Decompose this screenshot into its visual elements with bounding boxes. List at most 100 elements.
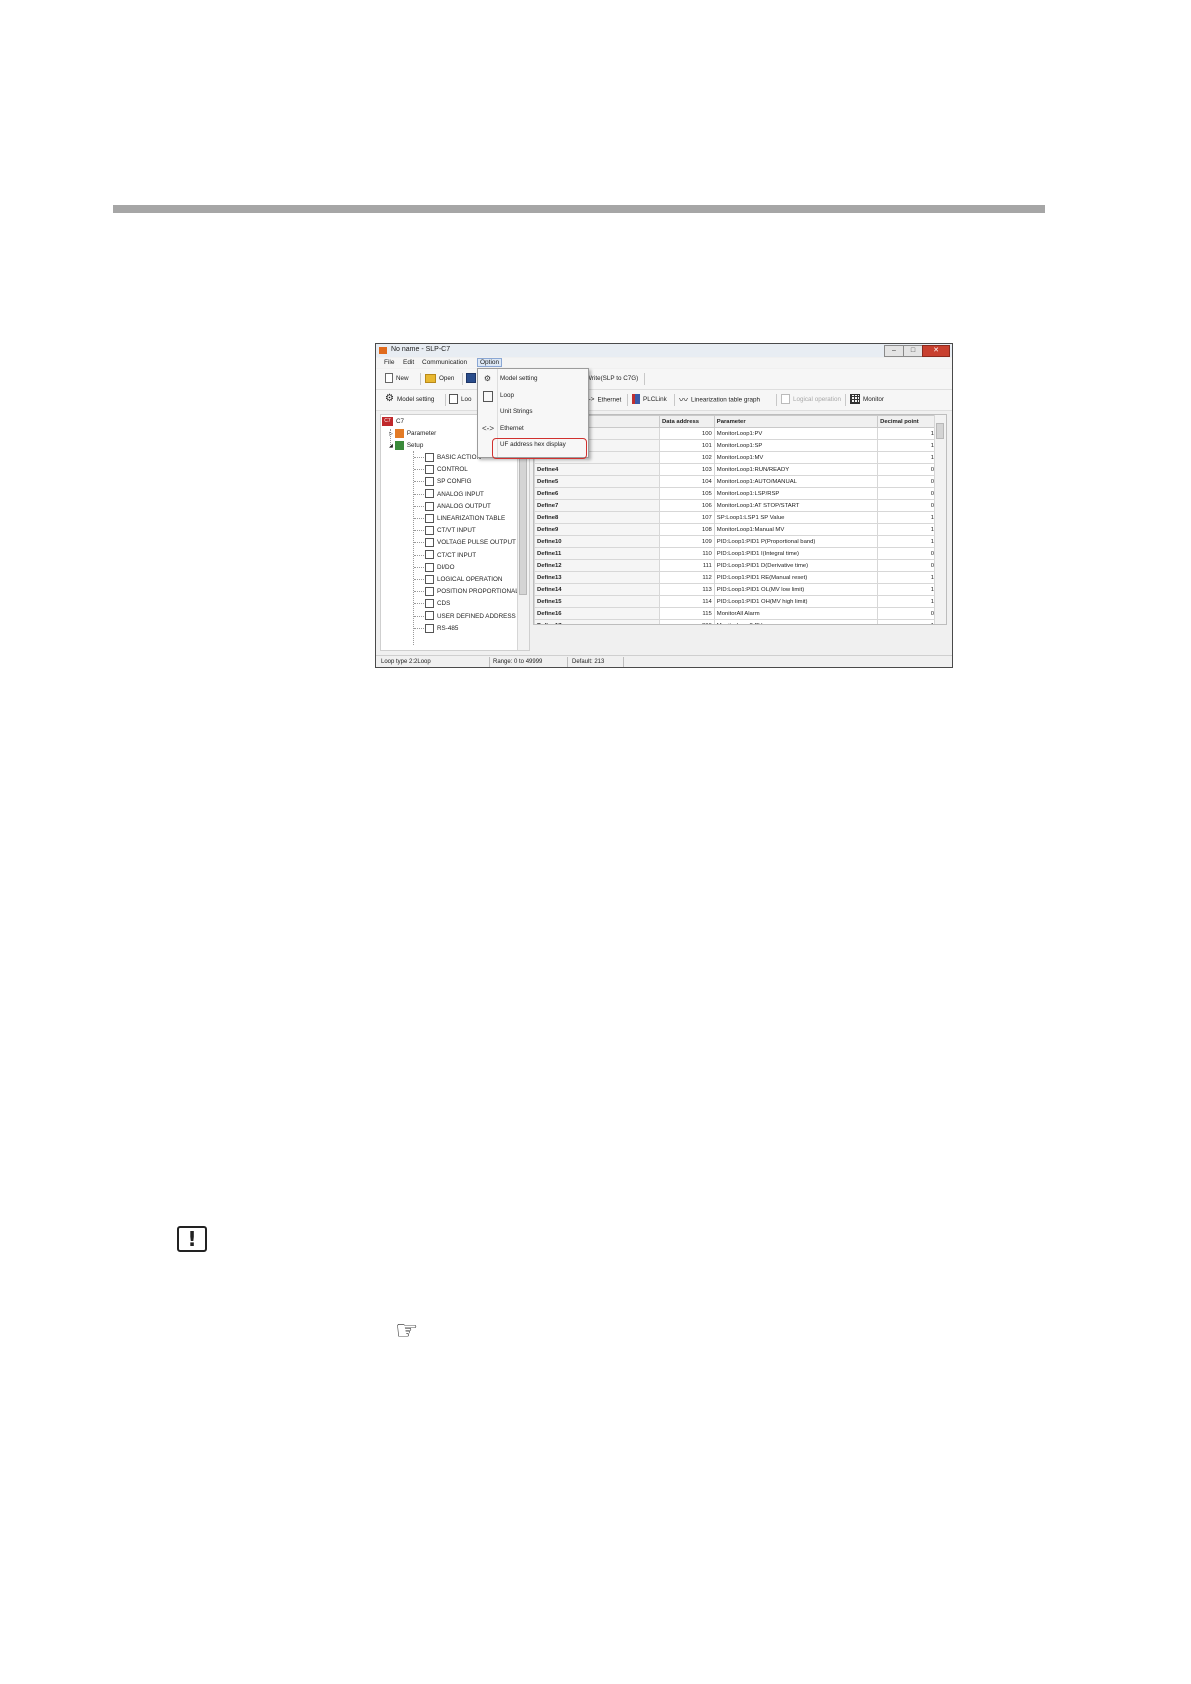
tree-scroll-thumb[interactable] — [519, 445, 527, 595]
cell-define-name[interactable]: Define8 — [534, 511, 661, 524]
table-row[interactable]: Define11 110 PID:Loop1:PID1 I(Integral tim… — [534, 547, 937, 560]
cell-decimal-point[interactable]: 1 — [877, 619, 937, 624]
cell-parameter[interactable]: MonitorLoop1:SP — [713, 439, 879, 452]
cell-data-address[interactable]: 114 — [659, 595, 715, 608]
cell-data-address[interactable]: 101 — [659, 439, 715, 452]
cell-parameter[interactable]: SP:Loop1:LSP1 SP Value — [713, 511, 879, 524]
tree-item[interactable]: BASIC ACTION — [425, 452, 481, 463]
model-setting-button[interactable]: ⚙ Model setting — [385, 394, 434, 406]
tree-item[interactable]: VOLTAGE PULSE OUTPUT — [425, 537, 516, 548]
ethernet-button[interactable]: <-> Ethernet — [585, 394, 621, 406]
table-row[interactable]: Define14 113 PID:Loop1:PID1 OL(MV low limi… — [534, 583, 937, 596]
cell-define-name[interactable]: Define4 — [534, 463, 661, 476]
cell-decimal-point[interactable]: 1 — [877, 439, 937, 452]
tree-item[interactable]: USER DEFINED ADDRESS — [425, 611, 516, 622]
cell-data-address[interactable]: 112 — [659, 571, 715, 584]
cell-parameter[interactable]: MonitorLoop1:PV — [713, 427, 879, 440]
col-header-decimal-point[interactable]: Decimal point — [877, 415, 937, 428]
cell-parameter[interactable]: PID:Loop1:PID1 OL(MV low limit) — [713, 583, 879, 596]
cell-define-name[interactable]: Define11 — [534, 547, 661, 560]
cell-decimal-point[interactable]: 0 — [877, 487, 937, 500]
cell-data-address[interactable]: 105 — [659, 487, 715, 500]
table-scrollbar[interactable] — [934, 415, 946, 624]
cell-parameter[interactable]: MonitorLoop2:PV — [713, 619, 879, 624]
tree-node-parameter[interactable]: ▷ Parameter — [389, 428, 436, 439]
loop-button[interactable]: Loo — [449, 394, 472, 406]
menu-loop[interactable]: Loop — [478, 388, 588, 404]
cell-define-name[interactable]: Define15 — [534, 595, 661, 608]
table-scroll-thumb[interactable] — [936, 423, 944, 439]
menu-edit[interactable]: Edit — [403, 359, 414, 366]
cell-decimal-point[interactable]: 0 — [877, 463, 937, 476]
cell-define-name[interactable]: Define16 — [534, 607, 661, 620]
tree-item[interactable]: DI/DO — [425, 562, 455, 573]
cell-parameter[interactable]: MonitorLoop1:Manual MV — [713, 523, 879, 536]
cell-parameter[interactable]: MonitorLoop1:RUN/READY — [713, 463, 879, 476]
cell-decimal-point[interactable]: 1 — [877, 523, 937, 536]
cell-data-address[interactable]: 107 — [659, 511, 715, 524]
table-row[interactable]: 101 MonitorLoop1:SP 1 — [534, 439, 937, 452]
close-button[interactable]: ✕ — [922, 345, 950, 357]
cell-decimal-point[interactable]: 0 — [877, 559, 937, 572]
cell-parameter[interactable]: PID:Loop1:PID1 P(Proportional band) — [713, 535, 879, 548]
cell-decimal-point[interactable]: 0 — [877, 607, 937, 620]
tree-item[interactable]: SP CONFIG — [425, 476, 472, 487]
table-row[interactable]: Define7 106 MonitorLoop1:AT STOP/START 0 — [534, 499, 937, 512]
cell-data-address[interactable]: 103 — [659, 463, 715, 476]
table-row[interactable]: Define13 112 PID:Loop1:PID1 RE(Manual rese… — [534, 571, 937, 584]
cell-decimal-point[interactable]: 0 — [877, 499, 937, 512]
menu-ethernet[interactable]: <-> Ethernet — [478, 421, 588, 437]
cell-decimal-point[interactable]: 1 — [877, 427, 937, 440]
menu-model-setting[interactable]: ⚙ Model setting — [478, 371, 588, 387]
cell-decimal-point[interactable]: 0 — [877, 475, 937, 488]
tree-item[interactable]: ANALOG INPUT — [425, 489, 484, 500]
menu-unit-strings[interactable]: Unit Strings — [478, 404, 588, 420]
table-row[interactable]: Define4 103 MonitorLoop1:RUN/READY 0 — [534, 463, 937, 476]
cell-define-name[interactable]: Define6 — [534, 487, 661, 500]
col-header-parameter[interactable]: Parameter — [713, 415, 879, 428]
tree-item[interactable]: RS-485 — [425, 623, 458, 634]
tree-node-setup[interactable]: ◢ Setup — [389, 440, 423, 451]
cell-data-address[interactable]: 104 — [659, 475, 715, 488]
cell-data-address[interactable]: 109 — [659, 535, 715, 548]
cell-data-address[interactable]: 115 — [659, 607, 715, 620]
cell-decimal-point[interactable]: 1 — [877, 511, 937, 524]
cell-data-address[interactable]: 100 — [659, 427, 715, 440]
cell-parameter[interactable]: MonitorLoop1:LSP/RSP — [713, 487, 879, 500]
table-row[interactable]: Define8 107 SP:Loop1:LSP1 SP Value 1 — [534, 511, 937, 524]
tree-item[interactable]: LINEARIZATION TABLE — [425, 513, 505, 524]
table-row[interactable]: 100 MonitorLoop1:PV 1 — [534, 427, 937, 440]
monitor-button[interactable]: Monitor — [850, 394, 884, 406]
cell-data-address[interactable]: 111 — [659, 559, 715, 572]
table-row[interactable]: Define5 104 MonitorLoop1:AUTO/MANUAL 0 — [534, 475, 937, 488]
tree-item[interactable]: CT/CT INPUT — [425, 550, 476, 561]
menu-file[interactable]: File — [384, 359, 394, 366]
table-row[interactable]: Define10 109 PID:Loop1:PID1 P(Proportional… — [534, 535, 937, 548]
table-row[interactable]: Define17200MonitorLoop2:PV1 — [534, 619, 937, 624]
tree-item[interactable]: CT/VT INPUT — [425, 525, 476, 536]
col-header-data-address[interactable]: Data address — [659, 415, 715, 428]
tree-item[interactable]: POSITION PROPORTIONAL — [425, 586, 519, 597]
table-row[interactable]: Define12 111 PID:Loop1:PID1 D(Derivative t… — [534, 559, 937, 572]
menu-option[interactable]: Option — [477, 358, 503, 367]
menu-communication[interactable]: Communication — [422, 359, 467, 366]
tree-item[interactable]: CONTROL — [425, 464, 468, 475]
cell-parameter[interactable]: MonitorLoop1:AT STOP/START — [713, 499, 879, 512]
cell-decimal-point[interactable]: 1 — [877, 535, 937, 548]
cell-define-name[interactable]: Define17 — [534, 619, 661, 624]
tree-root-c7[interactable]: C7 C7 — [382, 416, 404, 427]
cell-decimal-point[interactable]: 1 — [877, 583, 937, 596]
cell-data-address[interactable]: 110 — [659, 547, 715, 560]
cell-parameter[interactable]: PID:Loop1:PID1 I(Integral time) — [713, 547, 879, 560]
cell-data-address[interactable]: 200 — [659, 619, 715, 624]
cell-parameter[interactable]: PID:Loop1:PID1 D(Derivative time) — [713, 559, 879, 572]
cell-define-name[interactable]: Define12 — [534, 559, 661, 572]
cell-define-name[interactable]: Define10 — [534, 535, 661, 548]
cell-parameter[interactable]: MonitorLoop1:MV — [713, 451, 879, 464]
maximize-button[interactable]: □ — [903, 345, 923, 357]
cell-define-name[interactable]: Define9 — [534, 523, 661, 536]
new-button[interactable]: New — [385, 373, 409, 385]
table-row[interactable]: Define9 108 MonitorLoop1:Manual MV 1 — [534, 523, 937, 536]
cell-decimal-point[interactable]: 1 — [877, 571, 937, 584]
cell-decimal-point[interactable]: 0 — [877, 547, 937, 560]
